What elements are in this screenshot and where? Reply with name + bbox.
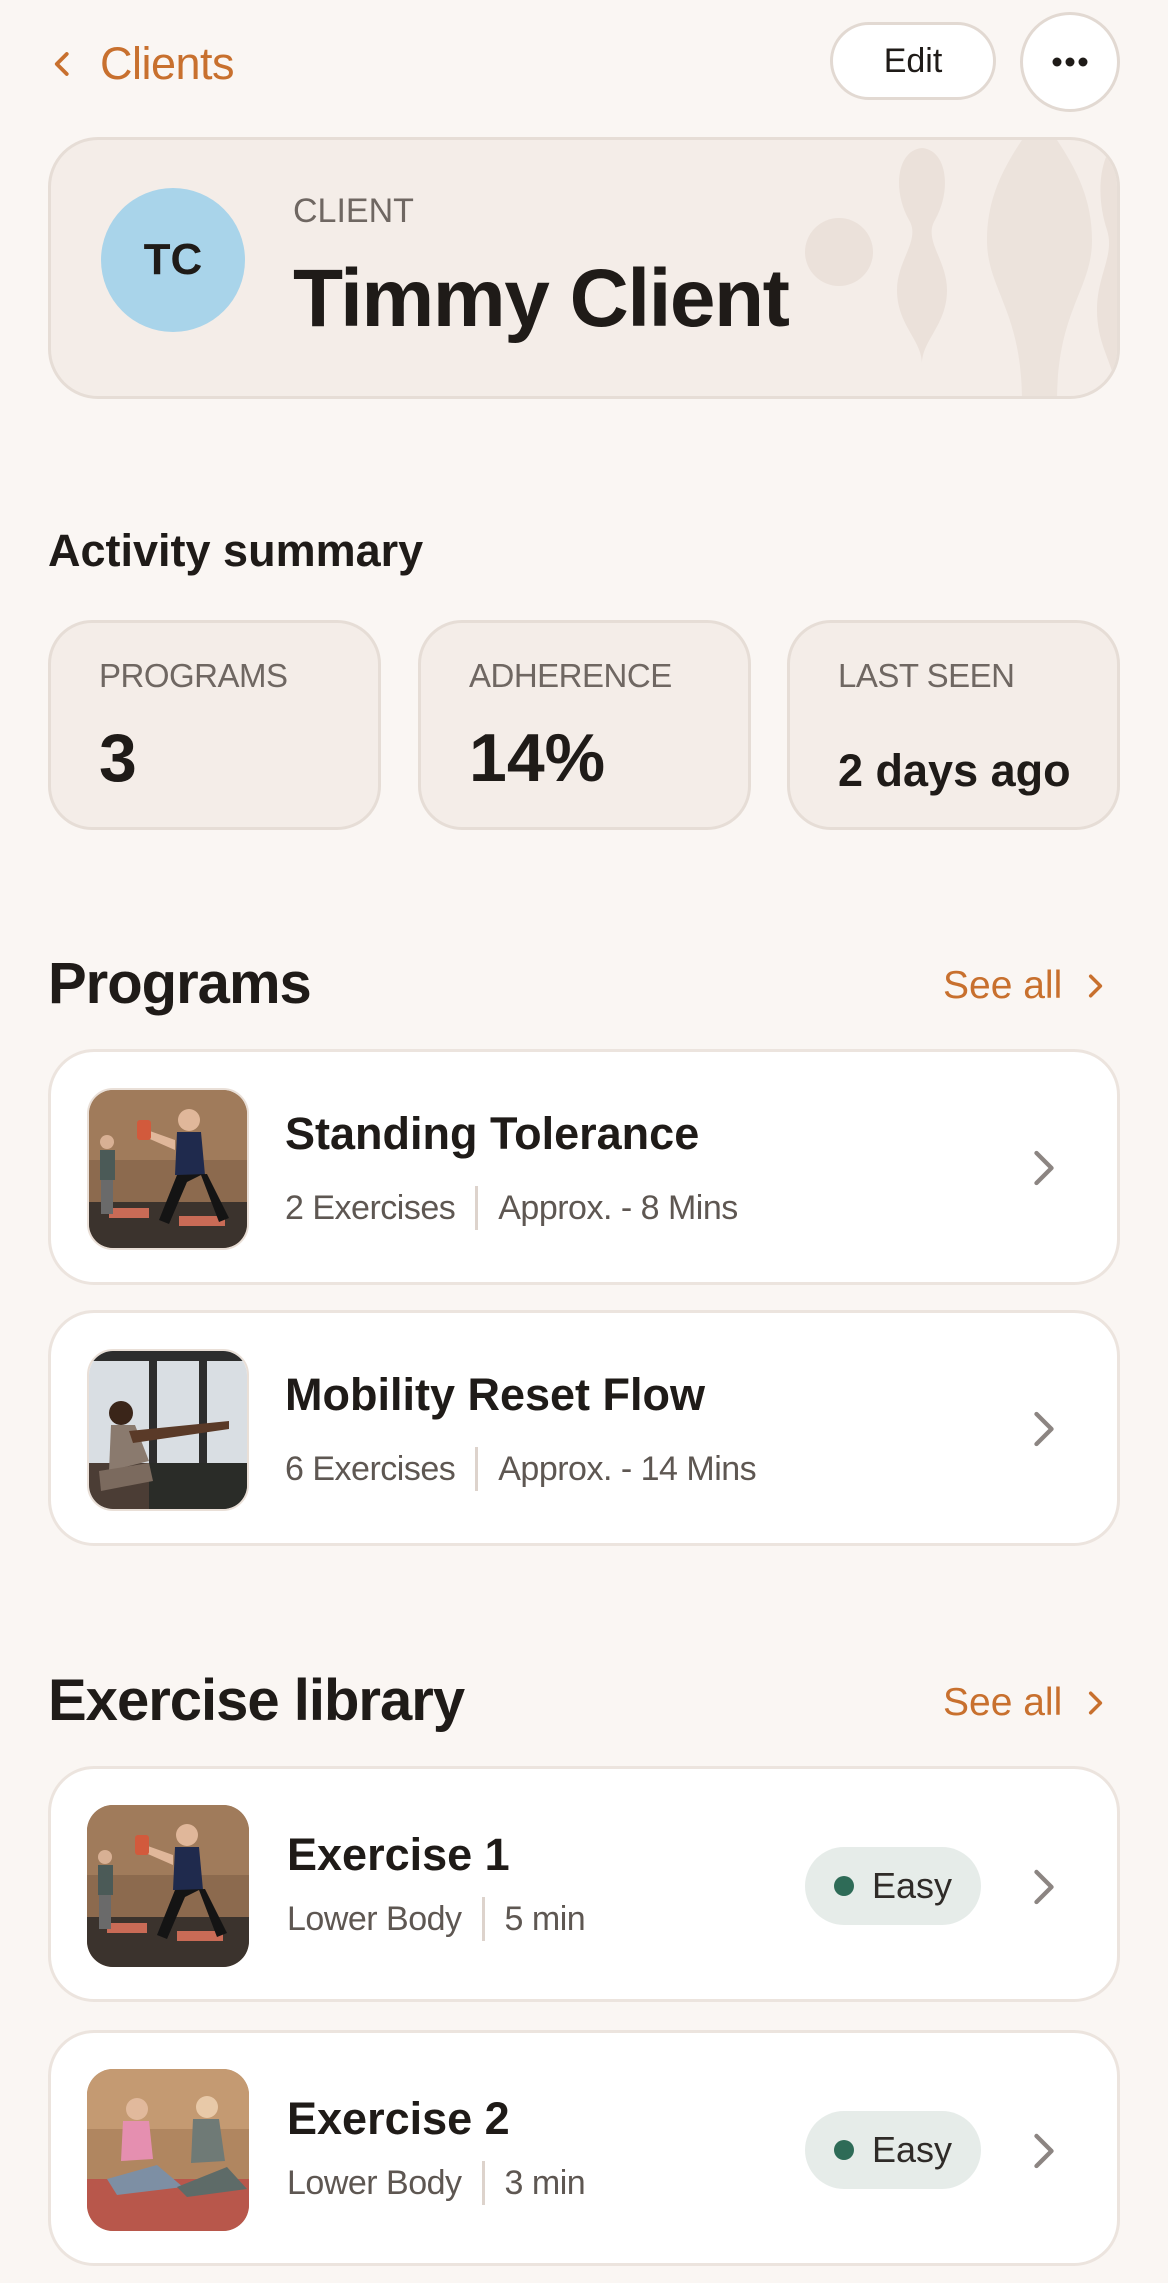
client-name: Timmy Client [293,253,790,344]
exercise-title: Exercise 2 [287,2093,510,2144]
stat-value: 3 [99,720,137,796]
exercise-thumbnail [87,2069,249,2231]
chevron-right-icon [1034,1411,1054,1447]
stat-label: PROGRAMS [99,657,288,694]
programs-see-all-link[interactable]: See all [943,964,1108,1008]
program-title: Standing Tolerance [285,1108,700,1159]
program-duration: Approx. - 14 Mins [498,1449,757,1488]
exercise-duration: 3 min [504,2163,586,2202]
program-exercise-count: 6 Exercises [285,1449,456,1488]
difficulty-dot [833,2140,854,2160]
program-meta: 2 Exercises Approx. - 8 Mins [285,1186,738,1230]
chevron-right-icon [1089,1691,1103,1715]
stat-card-last-seen: LAST SEEN 2 days ago [787,620,1120,830]
exercise-meta: Lower Body 5 min [287,1897,586,1941]
difficulty-label: Easy [871,2129,953,2170]
stat-value: 2 days ago [838,745,1071,796]
chevron-right-icon [1034,2133,1054,2169]
program-thumbnail [87,1349,249,1511]
client-profile-card: TC CLIENT Timmy Client [48,137,1120,399]
program-meta: 6 Exercises Approx. - 14 Mins [285,1447,757,1491]
exercise-category: Lower Body [287,2163,462,2202]
stat-label: ADHERENCE [469,657,672,694]
avatar: TC [101,188,245,332]
stat-label: LAST SEEN [838,657,1015,694]
ellipsis-icon [1052,57,1088,67]
exercise-thumbnail [87,1805,249,1967]
difficulty-label: Easy [871,1865,953,1906]
exercise-meta: Lower Body 3 min [287,2161,586,2205]
exercise-card[interactable]: Exercise 2 Lower Body 3 min Easy [48,2030,1120,2266]
difficulty-badge: Easy [805,2111,981,2189]
chevron-left-icon [54,52,69,76]
more-options-button[interactable] [1020,12,1120,112]
decorative-pattern [805,140,1117,396]
program-thumbnail [87,1088,249,1250]
stat-value: 14% [469,720,606,796]
chevron-right-icon [1034,1869,1054,1905]
meta-divider [481,1897,485,1941]
client-kicker-label: CLIENT [293,192,414,230]
meta-divider [475,1186,479,1230]
meta-divider [475,1447,479,1491]
chevron-right-icon [1089,974,1103,998]
program-duration: Approx. - 8 Mins [498,1188,738,1227]
back-label: Clients [100,38,235,89]
difficulty-badge: Easy [805,1847,981,1925]
chevron-right-icon [1034,1150,1054,1186]
exercise-library-heading: Exercise library [48,1668,465,1733]
program-card[interactable]: Mobility Reset Flow 6 Exercises Approx. … [48,1310,1120,1546]
exercise-card[interactable]: Exercise 1 Lower Body 5 min Easy [48,1766,1120,2002]
see-all-label: See all [943,1681,1063,1724]
see-all-label: See all [943,964,1063,1007]
library-see-all-link[interactable]: See all [943,1681,1108,1725]
program-card[interactable]: Standing Tolerance 2 Exercises Approx. -… [48,1049,1120,1285]
back-to-clients-link[interactable]: Clients [48,24,235,104]
program-title: Mobility Reset Flow [285,1369,706,1420]
difficulty-dot [833,1876,854,1896]
exercise-duration: 5 min [504,1899,586,1938]
programs-heading: Programs [48,951,312,1016]
program-exercise-count: 2 Exercises [285,1188,456,1227]
edit-button[interactable]: Edit [830,22,996,100]
stat-card-programs: PROGRAMS 3 [48,620,381,830]
exercise-title: Exercise 1 [287,1829,510,1880]
activity-summary-heading: Activity summary [48,525,424,576]
stat-card-adherence: ADHERENCE 14% [418,620,751,830]
meta-divider [481,2161,485,2205]
exercise-category: Lower Body [287,1899,462,1938]
